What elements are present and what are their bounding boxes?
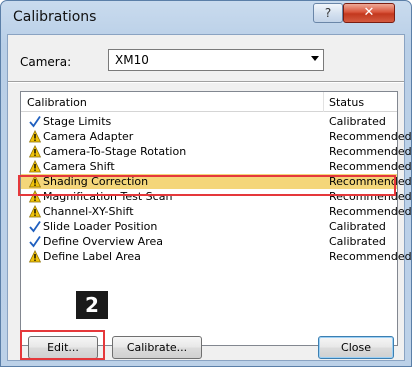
warning-icon [28,175,42,188]
divider [8,81,404,83]
calibration-status: Recommended [329,130,412,143]
calibration-name: Define Overview Area [43,235,164,248]
camera-dropdown[interactable]: XM10 [108,49,324,71]
calibration-status: Calibrated [329,115,386,128]
close-icon: ✕ [363,5,375,20]
camera-label: Camera: [20,55,72,69]
edit-button-highlight [20,330,105,360]
calibrations-dialog: Calibrations ? ✕ Camera: XM10 Calibratio… [0,0,412,367]
dialog-body: Camera: XM10 Calibration Status Stage Li… [7,34,412,361]
list-item[interactable]: Shading Correction Recommended [21,174,412,189]
calibration-status: Recommended [329,205,412,218]
calibration-name: Slide Loader Position [43,220,158,233]
column-divider [323,92,324,112]
list-item[interactable]: Define Label Area Recommended [21,249,412,264]
help-icon: ? [324,6,332,20]
calibration-name: Magnification Test Scan [43,190,173,203]
calibration-name: Camera Shift [43,160,115,173]
step-badge: 2 [76,291,108,319]
warning-icon [28,145,42,158]
warning-icon [28,250,42,263]
list-item[interactable]: Define Overview Area Calibrated [21,234,397,249]
calibration-name: Camera Adapter [43,130,134,143]
calibrate-button[interactable]: Calibrate... [112,336,202,359]
calibration-name: Shading Correction [43,175,149,188]
checkmark-icon [29,235,41,248]
calibration-status: Calibrated [329,220,386,233]
window-title: Calibrations [13,9,97,25]
list-item[interactable]: Camera-To-Stage Rotation Recommended [21,144,412,159]
list-header: Calibration Status [21,92,397,112]
close-button[interactable]: Close [318,336,394,359]
window-close-button[interactable]: ✕ [343,3,395,23]
calibration-name: Camera-To-Stage Rotation [43,145,187,158]
calibration-status: Recommended [329,160,412,173]
list-item[interactable]: Camera Shift Recommended [21,159,412,174]
close-button-label: Close [341,341,371,354]
checkmark-icon [29,220,41,233]
title-bar: Calibrations ? ✕ [1,1,411,33]
chevron-down-icon[interactable] [311,56,319,61]
calibration-status: Recommended [329,250,412,263]
checkmark-icon [29,115,41,128]
calibration-status: Calibrated [329,235,386,248]
list-item[interactable]: Channel-XY-Shift Recommended [21,204,412,219]
calibration-status: Recommended [329,175,412,188]
calibration-name: Channel-XY-Shift [43,205,134,218]
list-item[interactable]: Camera Adapter Recommended [21,129,412,144]
warning-icon [28,130,42,143]
calibration-name: Define Label Area [43,250,141,263]
calibration-status: Recommended [329,190,412,203]
calibration-name: Stage Limits [43,115,112,128]
column-header-calibration[interactable]: Calibration [27,96,87,109]
list-item[interactable]: Slide Loader Position Calibrated [21,219,397,234]
help-button[interactable]: ? [313,3,343,23]
list-item[interactable]: Magnification Test Scan Recommended [21,189,412,204]
list-item[interactable]: Stage Limits Calibrated [21,114,397,129]
warning-icon [28,190,42,203]
calibrate-button-label: Calibrate... [126,341,188,354]
warning-icon [28,205,42,218]
warning-icon [28,160,42,173]
camera-dropdown-value: XM10 [115,53,149,67]
column-header-status[interactable]: Status [329,96,364,109]
calibration-status: Recommended [329,145,412,158]
